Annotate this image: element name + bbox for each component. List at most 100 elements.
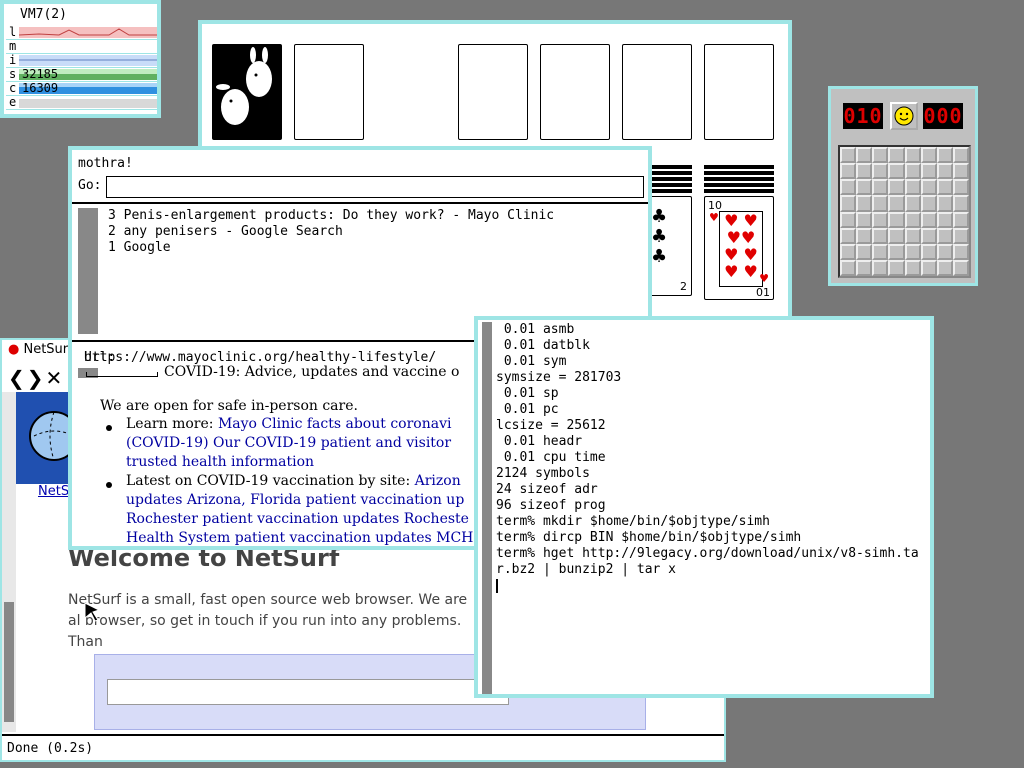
netsurf-scrollbar[interactable] <box>2 392 16 732</box>
mine-cell[interactable] <box>840 227 857 244</box>
mine-cell[interactable] <box>872 195 889 212</box>
mine-cell[interactable] <box>920 147 937 164</box>
mine-cell[interactable] <box>856 243 873 260</box>
mine-cell[interactable] <box>952 147 969 164</box>
mine-cell[interactable] <box>952 227 969 244</box>
mine-cell[interactable] <box>872 243 889 260</box>
mine-cell[interactable] <box>888 211 905 228</box>
mine-cell[interactable] <box>888 179 905 196</box>
mine-cell[interactable] <box>840 243 857 260</box>
mine-cell[interactable] <box>840 147 857 164</box>
history-scrollbar[interactable] <box>78 208 98 334</box>
mine-cell[interactable] <box>856 211 873 228</box>
mine-cell[interactable] <box>904 259 921 276</box>
foundation-4[interactable] <box>704 44 774 140</box>
mine-cell[interactable] <box>920 195 937 212</box>
mine-cell[interactable] <box>872 211 889 228</box>
mouse-pointer-icon <box>84 602 101 622</box>
mine-cell[interactable] <box>840 195 857 212</box>
mine-cell[interactable] <box>952 243 969 260</box>
mine-cell[interactable] <box>936 195 953 212</box>
mine-cell[interactable] <box>856 259 873 276</box>
mine-cell[interactable] <box>936 179 953 196</box>
mine-cell[interactable] <box>856 195 873 212</box>
forward-icon[interactable]: ❯ <box>27 366 46 390</box>
netsurf-scroll-thumb[interactable] <box>4 602 14 722</box>
mine-field[interactable] <box>838 145 971 278</box>
minesweeper-window[interactable]: 010 000 <box>828 86 978 286</box>
mine-cell[interactable] <box>936 227 953 244</box>
mine-cell[interactable] <box>872 259 889 276</box>
arizona-link[interactable]: Arizon <box>415 473 461 489</box>
mine-cell[interactable] <box>920 243 937 260</box>
stop-icon[interactable]: ✕ <box>46 366 65 390</box>
mine-cell[interactable] <box>904 147 921 164</box>
health-system-link[interactable]: Health System patient vaccination update… <box>126 530 473 546</box>
netsurf-search-input[interactable] <box>107 679 509 705</box>
mine-cell[interactable] <box>888 243 905 260</box>
mine-cell[interactable] <box>888 227 905 244</box>
learn-more-line: Learn more: Mayo Clinic facts about coro… <box>126 416 451 432</box>
mine-cell[interactable] <box>888 195 905 212</box>
florida-link[interactable]: updates Arizona, Florida patient vaccina… <box>126 492 464 508</box>
mine-cell[interactable] <box>936 163 953 180</box>
mine-cell[interactable] <box>920 227 937 244</box>
history-item[interactable]: 2 any penisers - Google Search <box>108 224 554 240</box>
mine-cell[interactable] <box>872 227 889 244</box>
history-item[interactable]: 1 Google <box>108 240 554 256</box>
trusted-info-link[interactable]: trusted health information <box>126 454 314 470</box>
foundation-2[interactable] <box>540 44 610 140</box>
terminal-line: term% mkdir $home/bin/$objtype/simh <box>496 514 770 529</box>
mine-cell[interactable] <box>904 163 921 180</box>
mine-cell[interactable] <box>904 243 921 260</box>
mine-cell[interactable] <box>952 259 969 276</box>
back-icon[interactable]: ❮ <box>8 366 27 390</box>
mine-cell[interactable] <box>904 211 921 228</box>
terminal-window[interactable]: 0.01 asmb 0.01 datblk 0.01 sym symsize = … <box>474 316 934 698</box>
history-item[interactable]: 3 Penis-enlargement products: Do they wo… <box>108 208 554 224</box>
mine-cell[interactable] <box>888 147 905 164</box>
smiley-button[interactable] <box>890 102 918 130</box>
mine-cell[interactable] <box>840 163 857 180</box>
tableau-card-ten-hearts[interactable]: 10 ♥ ♥ ♥ ♥♥ ♥ ♥ ♥ ♥ ♥ 01 <box>704 196 774 300</box>
mine-cell[interactable] <box>904 227 921 244</box>
mine-cell[interactable] <box>936 211 953 228</box>
foundation-3[interactable] <box>622 44 692 140</box>
mine-cell[interactable] <box>936 147 953 164</box>
mine-cell[interactable] <box>936 259 953 276</box>
rochester-link[interactable]: Rochester patient vaccination updates Ro… <box>126 511 469 527</box>
mine-cell[interactable] <box>872 147 889 164</box>
stock-pile[interactable] <box>212 44 282 140</box>
mine-cell[interactable] <box>872 163 889 180</box>
mine-cell[interactable] <box>888 259 905 276</box>
mine-cell[interactable] <box>840 179 857 196</box>
mine-cell[interactable] <box>872 179 889 196</box>
mine-cell[interactable] <box>904 179 921 196</box>
mine-cell[interactable] <box>856 227 873 244</box>
stats-window[interactable]: VM7(2) l m i s 32185 c 16309 e <box>0 0 161 118</box>
mine-cell[interactable] <box>904 195 921 212</box>
mine-cell[interactable] <box>920 179 937 196</box>
mine-cell[interactable] <box>936 243 953 260</box>
foundation-1[interactable] <box>458 44 528 140</box>
terminal-output[interactable]: 0.01 asmb 0.01 datblk 0.01 sym symsize = … <box>496 322 919 594</box>
mine-cell[interactable] <box>920 163 937 180</box>
mayo-facts-link[interactable]: Mayo Clinic facts about coronavi <box>218 416 452 432</box>
mine-cell[interactable] <box>952 195 969 212</box>
terminal-prompt-line[interactable] <box>496 578 919 594</box>
mine-cell[interactable] <box>888 163 905 180</box>
go-input[interactable] <box>106 176 644 198</box>
waste-pile[interactable] <box>294 44 364 140</box>
mine-cell[interactable] <box>856 147 873 164</box>
mine-cell[interactable] <box>952 163 969 180</box>
covid-patient-link[interactable]: (COVID-19) Our COVID-19 patient and visi… <box>126 435 451 451</box>
mine-cell[interactable] <box>856 163 873 180</box>
mine-cell[interactable] <box>840 211 857 228</box>
mine-cell[interactable] <box>920 259 937 276</box>
mine-cell[interactable] <box>840 259 857 276</box>
mine-cell[interactable] <box>920 211 937 228</box>
mine-cell[interactable] <box>952 211 969 228</box>
terminal-scrollbar[interactable] <box>482 322 492 694</box>
mine-cell[interactable] <box>952 179 969 196</box>
mine-cell[interactable] <box>856 179 873 196</box>
